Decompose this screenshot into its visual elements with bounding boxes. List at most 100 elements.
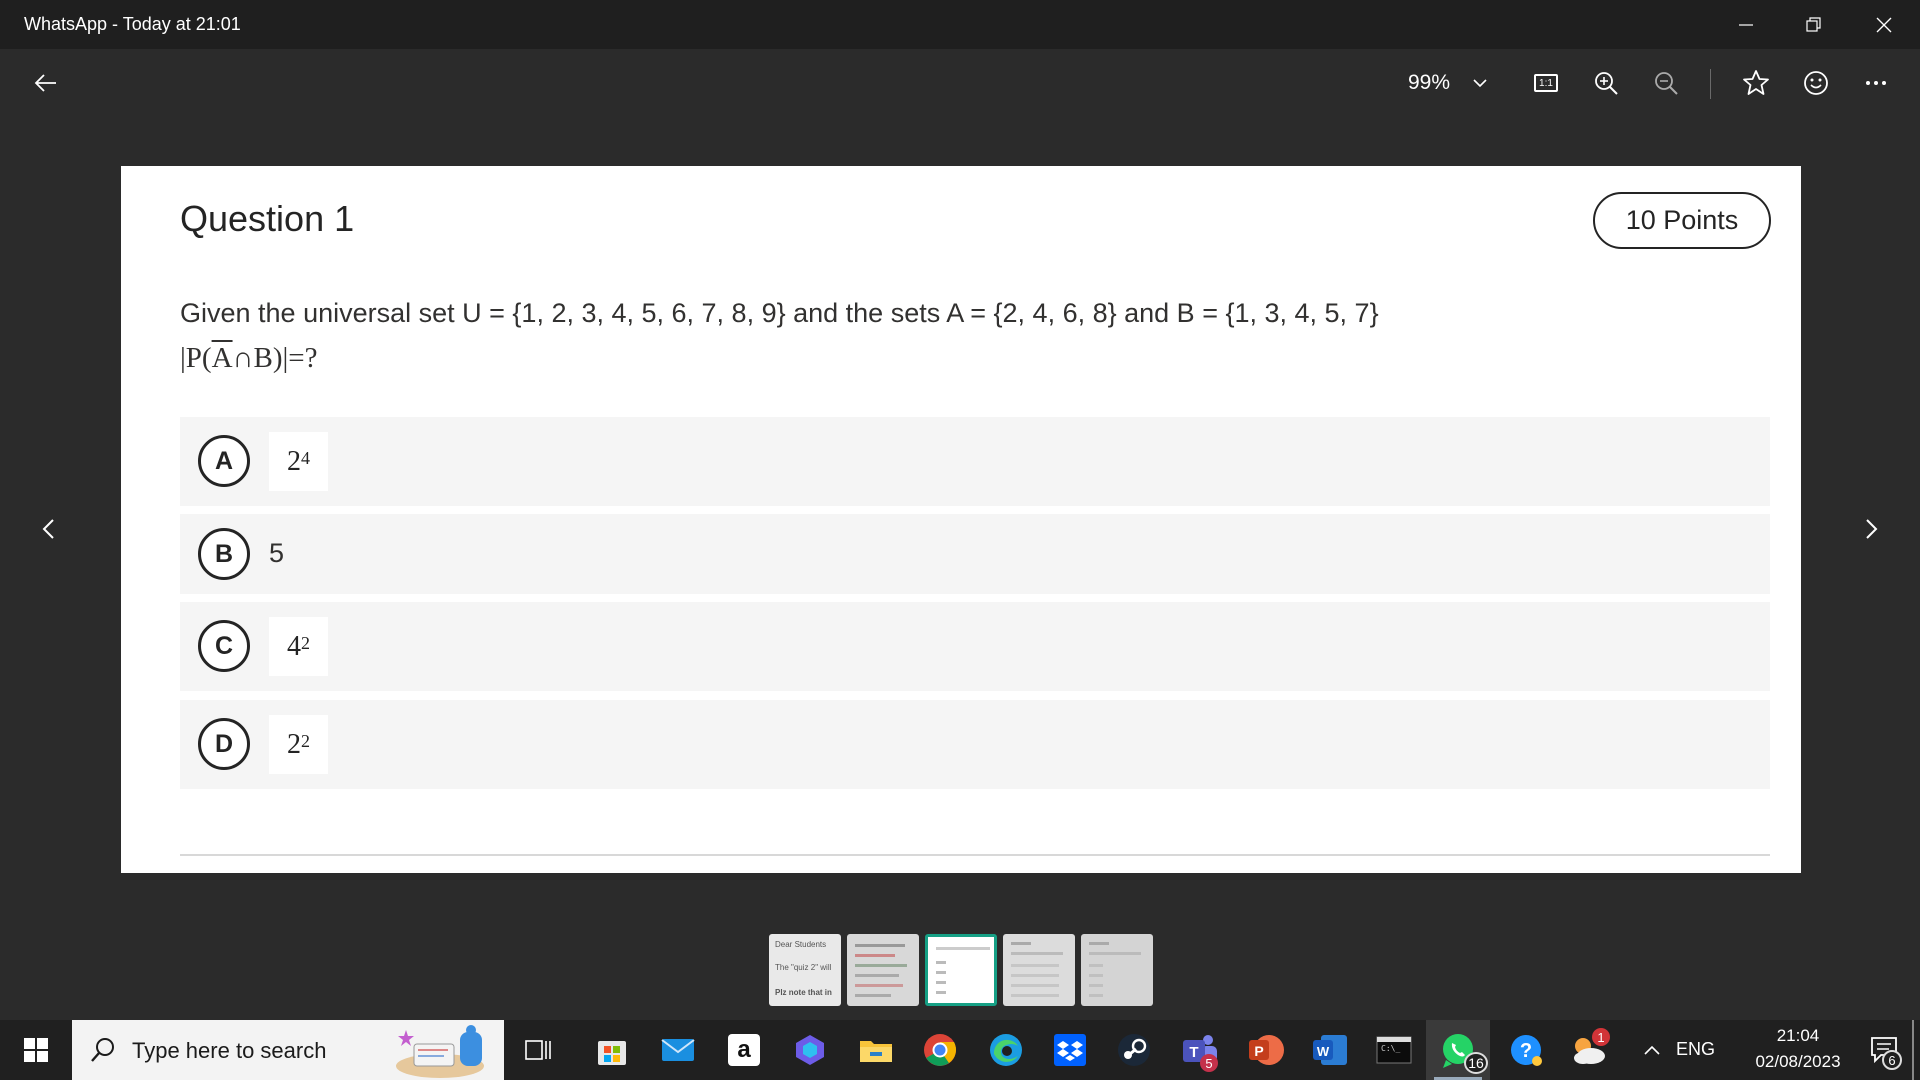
formula-rest: ∩B)|=? [232, 342, 318, 374]
option-letter: C [198, 620, 250, 672]
thumbnail-line [855, 974, 899, 977]
chevron-left-icon [42, 519, 54, 539]
clock-time[interactable]: 21:04 [1758, 1026, 1838, 1046]
formula-complement: A [211, 342, 233, 374]
dropbox-button[interactable] [1048, 1028, 1092, 1072]
favorite-button[interactable] [1732, 59, 1780, 107]
steam-icon [1118, 1034, 1150, 1066]
thumbnail-line [1089, 974, 1103, 977]
thumbnail-line [855, 964, 907, 967]
chrome-button[interactable] [918, 1028, 962, 1072]
word-icon: W [1313, 1035, 1347, 1065]
thumbnail-5[interactable] [1081, 934, 1153, 1006]
previous-image-button[interactable] [28, 505, 68, 553]
option-letter: B [198, 528, 250, 580]
copilot-button[interactable] [788, 1028, 832, 1072]
smiley-icon [1804, 71, 1828, 95]
option-d[interactable]: D 22 [180, 700, 1770, 789]
steam-button[interactable] [1112, 1028, 1156, 1072]
svg-text:C:\_: C:\_ [1381, 1044, 1400, 1053]
show-desktop-button[interactable] [1912, 1020, 1914, 1080]
zoom-in-icon [1595, 72, 1618, 95]
microsoft-store-button[interactable] [590, 1028, 634, 1072]
teams-button[interactable]: T 5 [1178, 1028, 1222, 1072]
taskbar: Type here to search a T 5 P W C:\_ 16 ? … [0, 1020, 1920, 1080]
close-icon [1876, 17, 1892, 32]
option-c[interactable]: C 42 [180, 602, 1770, 691]
thumbnail-line [855, 944, 905, 947]
whatsapp-badge: 16 [1464, 1052, 1488, 1074]
start-button[interactable] [14, 1028, 58, 1072]
minimize-button[interactable] [1712, 0, 1780, 49]
weather-button[interactable]: 1 [1568, 1028, 1612, 1072]
notifications-button[interactable]: 6 [1862, 1028, 1906, 1072]
thumbnail-text: The "quiz 2" will [775, 963, 832, 972]
show-hidden-icons-button[interactable] [1630, 1028, 1674, 1072]
edge-button[interactable] [984, 1028, 1028, 1072]
back-button[interactable] [22, 59, 70, 107]
svg-text:W: W [1317, 1044, 1330, 1059]
zoom-dropdown-button[interactable] [1456, 59, 1504, 107]
thumbnail-1[interactable]: Dear Students The "quiz 2" will Plz note… [769, 934, 841, 1006]
toolbar-divider [1710, 69, 1711, 99]
clock-date[interactable]: 02/08/2023 [1734, 1052, 1862, 1072]
thumbnail-line [1089, 964, 1103, 967]
search-box[interactable]: Type here to search [72, 1020, 504, 1080]
store-icon [598, 1041, 626, 1065]
option-letter: D [198, 718, 250, 770]
thumbnail-2[interactable] [847, 934, 919, 1006]
close-button[interactable] [1850, 0, 1918, 49]
powerpoint-icon: P [1249, 1035, 1284, 1065]
zoom-in-button[interactable] [1582, 59, 1630, 107]
option-exponent: 2 [301, 633, 310, 653]
thumbnail-line [1089, 952, 1141, 955]
terminal-button[interactable]: C:\_ [1372, 1028, 1416, 1072]
thumbnail-line [936, 961, 946, 964]
mail-button[interactable] [656, 1028, 700, 1072]
thumbnail-line [1089, 942, 1109, 945]
svg-text:?: ? [1520, 1040, 1532, 1062]
option-b[interactable]: B 5 [180, 514, 1770, 594]
zoom-out-button[interactable] [1642, 59, 1690, 107]
title-bar: WhatsApp - Today at 21:01 [0, 0, 1920, 49]
search-placeholder: Type here to search [132, 1038, 327, 1063]
more-options-button[interactable] [1852, 59, 1900, 107]
search-highlight-illustration-icon [396, 1025, 484, 1078]
more-icon [1866, 81, 1886, 85]
zoom-level[interactable]: 99% [1408, 71, 1450, 95]
thumbnail-line [1089, 994, 1103, 997]
edge-icon [990, 1034, 1022, 1066]
mail-icon [661, 1039, 695, 1061]
chrome-icon [924, 1034, 957, 1066]
option-exponent: 4 [301, 448, 310, 468]
thumbnail-3-current[interactable] [925, 934, 997, 1006]
restore-button[interactable] [1780, 0, 1848, 49]
word-button[interactable]: W [1308, 1028, 1352, 1072]
option-base: 2 [287, 445, 301, 477]
powerpoint-button[interactable]: P [1244, 1028, 1288, 1072]
input-language[interactable]: ENG [1676, 1039, 1715, 1060]
thumbnail-line [855, 954, 895, 957]
option-value: 42 [269, 617, 328, 676]
next-image-button[interactable] [1852, 505, 1892, 553]
actual-size-button[interactable]: 1:1 [1522, 59, 1570, 107]
amazon-button[interactable]: a [722, 1028, 766, 1072]
teams-badge: 5 [1200, 1054, 1218, 1072]
option-exponent: 2 [301, 731, 310, 751]
thumbnail-line [1011, 994, 1059, 997]
svg-text:T: T [1189, 1044, 1198, 1061]
whatsapp-button[interactable]: 16 [1426, 1020, 1490, 1080]
task-view-button[interactable] [516, 1028, 560, 1072]
thumbnail-line [1011, 974, 1059, 977]
react-button[interactable] [1792, 59, 1840, 107]
thumbnail-4[interactable] [1003, 934, 1075, 1006]
option-base: 2 [287, 728, 301, 760]
file-explorer-button[interactable] [854, 1028, 898, 1072]
weather-badge: 1 [1592, 1028, 1610, 1046]
option-base: 4 [287, 630, 301, 662]
get-help-button[interactable]: ? [1504, 1028, 1548, 1072]
question-formula: |P(A∩B)|=? [180, 342, 318, 375]
folder-icon [860, 1041, 892, 1062]
svg-text:P: P [1254, 1043, 1263, 1059]
option-a[interactable]: A 24 [180, 417, 1770, 506]
